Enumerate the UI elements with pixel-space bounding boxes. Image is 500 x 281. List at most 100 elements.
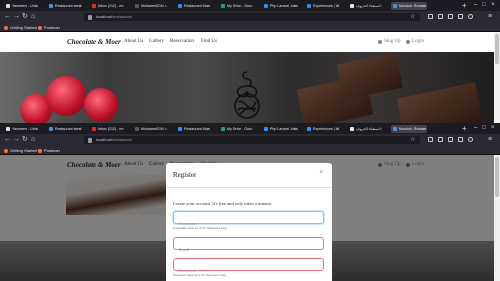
- tab-close-icon[interactable]: ×: [380, 125, 382, 133]
- tab-close-icon[interactable]: ×: [79, 2, 81, 10]
- new-tab-icon[interactable]: +: [462, 124, 467, 133]
- browser-tab[interactable]: Experiences | W ×: [305, 2, 341, 10]
- navigation-toolbar: ← → ↻ ⌂ localhost/restaurant/ ☆ ≡: [0, 134, 500, 146]
- bookmark-star-icon[interactable]: ☆: [410, 136, 415, 144]
- browser-tab[interactable]: Yasmeen - Untu ×: [4, 2, 40, 10]
- browser-tab[interactable]: استفتاء الحروف ×: [348, 125, 384, 133]
- extension-icon[interactable]: [428, 14, 433, 19]
- browser-tab[interactable]: Php Laravel Jobs ×: [262, 2, 298, 10]
- page-scrollbar[interactable]: [494, 155, 500, 281]
- bookmark-postman[interactable]: Postman: [38, 23, 60, 32]
- screenshot-icon[interactable]: [448, 137, 453, 142]
- browser-tab[interactable]: Mohamed21N - ×: [133, 2, 169, 10]
- tab-close-icon[interactable]: ×: [165, 125, 167, 133]
- tab-close-icon[interactable]: ×: [423, 125, 425, 133]
- browser-tab[interactable]: Mondok: Restaur ×: [391, 125, 427, 133]
- forward-icon[interactable]: →: [13, 13, 20, 21]
- tab-close-icon[interactable]: ×: [251, 2, 253, 10]
- minimize-icon[interactable]: –: [474, 1, 477, 10]
- tab-close-icon[interactable]: ×: [122, 125, 124, 133]
- tab-close-icon[interactable]: ×: [36, 125, 38, 133]
- account-icon[interactable]: [468, 14, 473, 19]
- browser-tab[interactable]: My Drive - Goo ×: [219, 2, 255, 10]
- browser-tab[interactable]: Yasmeen - Untu ×: [4, 125, 40, 133]
- menu-gallery[interactable]: Gallery: [149, 39, 164, 44]
- tab-title: استفتاء الحروف: [356, 127, 380, 131]
- scrollbar-thumb[interactable]: [495, 157, 499, 197]
- bookmark-postman[interactable]: Postman: [38, 146, 60, 155]
- login-link[interactable]: Login: [406, 39, 424, 44]
- close-window-icon[interactable]: ×: [491, 124, 495, 133]
- forward-icon[interactable]: →: [13, 136, 20, 144]
- page-info-icon[interactable]: [88, 137, 92, 143]
- close-icon[interactable]: ×: [319, 170, 323, 176]
- tab-close-icon[interactable]: ×: [122, 2, 124, 10]
- browser-tab[interactable]: Restaurant Man ×: [176, 125, 212, 133]
- email-field[interactable]: [173, 237, 324, 255]
- tab-close-icon[interactable]: ×: [208, 125, 210, 133]
- bookmark-star-icon[interactable]: ☆: [410, 13, 415, 21]
- home-icon[interactable]: ⌂: [31, 136, 35, 144]
- reload-icon[interactable]: ↻: [22, 136, 28, 144]
- sign-up-link[interactable]: Sing Up: [378, 39, 401, 44]
- downloads-icon[interactable]: [438, 14, 443, 19]
- tab-close-icon[interactable]: ×: [337, 125, 339, 133]
- screenshot-icon[interactable]: [448, 14, 453, 19]
- app-menu-icon[interactable]: ≡: [488, 13, 492, 21]
- reload-icon[interactable]: ↻: [22, 13, 28, 21]
- browser-tab[interactable]: Restaurant send ×: [47, 2, 83, 10]
- tab-close-icon[interactable]: ×: [337, 2, 339, 10]
- url-bar[interactable]: localhost/restaurant/: [84, 136, 420, 144]
- postman-icon: [38, 25, 42, 30]
- url-bar[interactable]: localhost/restaurant/: [84, 13, 420, 21]
- maximize-icon[interactable]: □: [482, 124, 486, 133]
- browser-tab[interactable]: My Drive - Goo ×: [219, 125, 255, 133]
- downloads-icon[interactable]: [438, 137, 443, 142]
- site-brand[interactable]: Chocolate & Moer: [67, 38, 121, 46]
- tab-close-icon[interactable]: ×: [208, 2, 210, 10]
- tab-close-icon[interactable]: ×: [36, 2, 38, 10]
- new-tab-icon[interactable]: +: [462, 1, 467, 10]
- maximize-icon[interactable]: □: [482, 1, 486, 10]
- menu-find-us[interactable]: Find Us: [201, 39, 217, 44]
- browser-tab[interactable]: Restaurant Man ×: [176, 2, 212, 10]
- tab-close-icon[interactable]: ×: [423, 2, 425, 10]
- bookmark-label: Postman: [44, 25, 60, 30]
- library-icon[interactable]: [458, 137, 463, 142]
- tab-close-icon[interactable]: ×: [294, 125, 296, 133]
- browser-tab[interactable]: Experiences | W ×: [305, 125, 341, 133]
- page-scrollbar[interactable]: [494, 32, 500, 123]
- tab-close-icon[interactable]: ×: [79, 125, 81, 133]
- bookmark-getting-started[interactable]: Getting Started: [4, 23, 37, 32]
- browser-tab[interactable]: Mondok: Restaur ×: [391, 2, 427, 10]
- menu-about-us[interactable]: About Us: [124, 39, 143, 44]
- firefox-icon: [4, 25, 8, 30]
- username-field[interactable]: [173, 211, 324, 229]
- email-input[interactable]: [174, 244, 323, 255]
- home-icon[interactable]: ⌂: [31, 13, 35, 21]
- scrollbar-thumb[interactable]: [495, 34, 499, 64]
- close-window-icon[interactable]: ×: [491, 1, 495, 10]
- tab-close-icon[interactable]: ×: [380, 2, 382, 10]
- browser-tab[interactable]: Inbox (212) - m ×: [90, 2, 126, 10]
- browser-tab[interactable]: Inbox (212) - m ×: [90, 125, 126, 133]
- minimize-icon[interactable]: –: [474, 124, 477, 133]
- page-info-icon[interactable]: [88, 14, 92, 20]
- library-icon[interactable]: [458, 14, 463, 19]
- tab-close-icon[interactable]: ×: [294, 2, 296, 10]
- extension-icon[interactable]: [428, 137, 433, 142]
- bookmark-getting-started[interactable]: Getting Started: [4, 146, 37, 155]
- browser-tab[interactable]: Php Laravel Jobs ×: [262, 125, 298, 133]
- browser-tab[interactable]: Mohamed21N - ×: [133, 125, 169, 133]
- bookmark-label: Getting Started: [10, 148, 37, 153]
- back-icon[interactable]: ←: [4, 13, 11, 21]
- browser-tab[interactable]: Restaurant send ×: [47, 125, 83, 133]
- app-menu-icon[interactable]: ≡: [488, 136, 492, 144]
- browser-tab[interactable]: استفتاء الحروف ×: [348, 2, 384, 10]
- account-icon[interactable]: [468, 137, 473, 142]
- tab-close-icon[interactable]: ×: [165, 2, 167, 10]
- tab-close-icon[interactable]: ×: [251, 125, 253, 133]
- menu-reservation[interactable]: Reservation: [170, 39, 194, 44]
- password-field[interactable]: [173, 258, 324, 276]
- back-icon[interactable]: ←: [4, 136, 11, 144]
